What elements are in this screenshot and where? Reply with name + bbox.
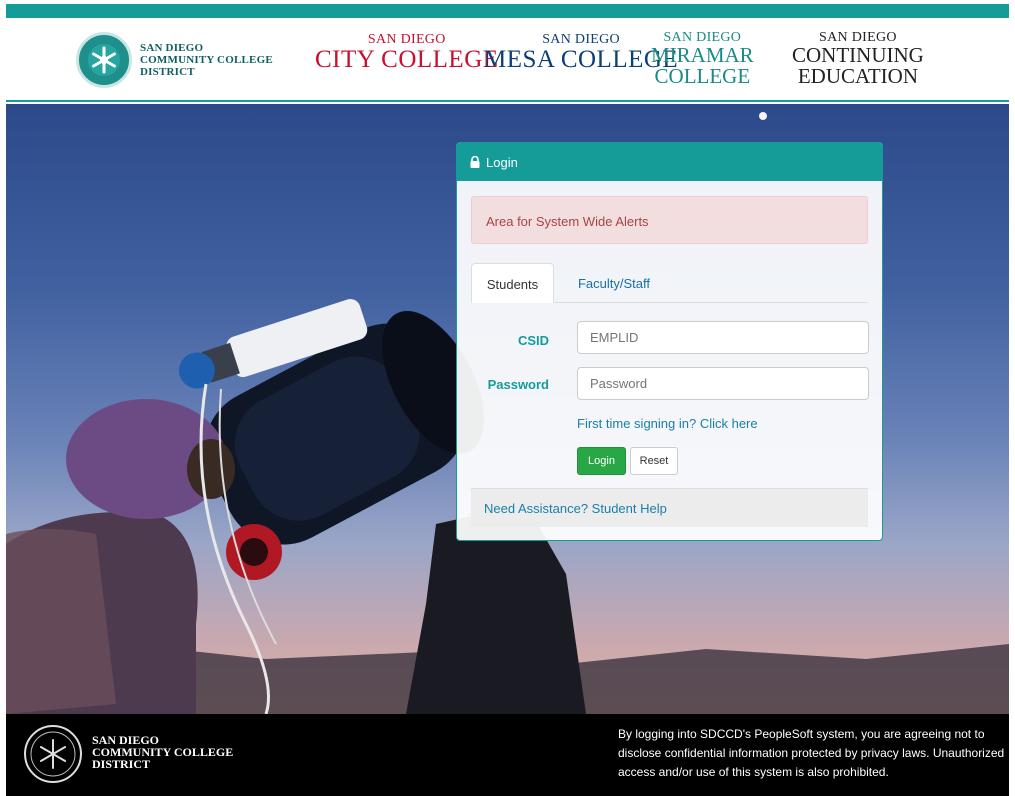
- footer-district-seal-icon: [24, 725, 82, 783]
- login-tabs: Students Faculty/Staff: [471, 263, 868, 303]
- login-panel-header: Login: [457, 143, 882, 181]
- district-seal-icon: [76, 32, 132, 88]
- system-alert: Area for System Wide Alerts: [471, 196, 868, 244]
- student-help-link[interactable]: Need Assistance? Student Help: [484, 501, 667, 516]
- reset-button[interactable]: Reset: [630, 447, 678, 475]
- tab-students[interactable]: Students: [471, 263, 554, 303]
- district-name: SAN DIEGO COMMUNITY COLLEGE DISTRICT: [140, 42, 273, 78]
- tab-faculty-staff[interactable]: Faculty/Staff: [569, 263, 659, 303]
- login-button[interactable]: Login: [577, 447, 626, 475]
- footer-district-name: SAN DIEGO COMMUNITY COLLEGE DISTRICT: [92, 733, 234, 771]
- privacy-disclaimer: By logging into SDCCD's PeopleSoft syste…: [618, 727, 1005, 779]
- miramar-college-logo[interactable]: SAN DIEGO MIRAMAR COLLEGE: [651, 31, 754, 87]
- mesa-college-logo[interactable]: SAN DIEGO MESA COLLEGE: [484, 33, 678, 73]
- csid-label: CSID: [517, 333, 549, 348]
- help-bar: Need Assistance? Student Help: [471, 488, 868, 527]
- lock-icon: [469, 155, 481, 168]
- password-label: Password: [487, 377, 549, 392]
- city-college-logo[interactable]: SAN DIEGO CITY COLLEGE: [315, 33, 499, 73]
- top-accent-bar: [6, 4, 1009, 18]
- csid-input[interactable]: [577, 321, 869, 354]
- site-footer: SAN DIEGO COMMUNITY COLLEGE DISTRICT By …: [6, 714, 1009, 796]
- login-panel: Login Area for System Wide Alerts Studen…: [456, 142, 883, 541]
- district-logo[interactable]: SAN DIEGO COMMUNITY COLLEGE DISTRICT: [76, 32, 273, 88]
- continuing-education-logo[interactable]: SAN DIEGO CONTINUING EDUCATION: [792, 31, 924, 87]
- login-title: Login: [486, 154, 518, 170]
- first-time-signin-link[interactable]: First time signing in? Click here: [577, 416, 758, 431]
- site-header: SAN DIEGO COMMUNITY COLLEGE DISTRICT SAN…: [6, 18, 1009, 102]
- password-input[interactable]: [577, 367, 869, 400]
